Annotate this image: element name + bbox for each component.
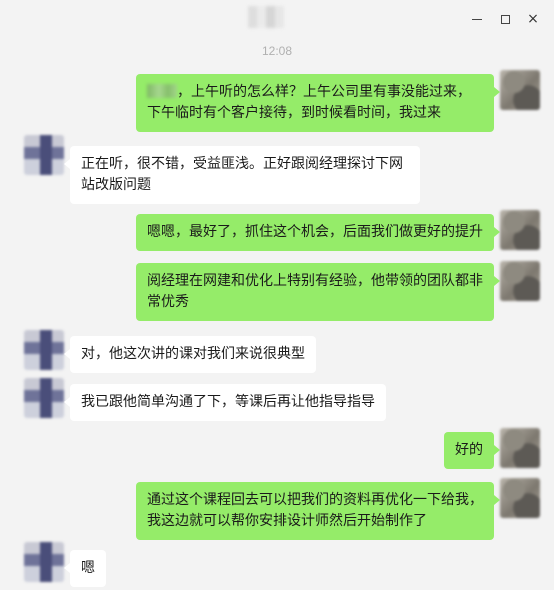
minimize-icon[interactable]	[466, 8, 488, 30]
title-bar: ×	[0, 0, 554, 38]
message-bubble-self[interactable]: 好的	[444, 432, 500, 469]
my-avatar[interactable]	[500, 261, 540, 301]
message-bubble-contact[interactable]: 对，他这次讲的课对我们来说很典型	[64, 336, 316, 373]
contact-avatar[interactable]	[24, 330, 64, 370]
my-avatar[interactable]	[500, 70, 540, 110]
chat-window: × 12:08 ，上午听的怎么样？上午公司里有事没能过来，下午临时有个客户接待，…	[0, 0, 554, 590]
my-avatar[interactable]	[500, 478, 540, 518]
message-timestamp: 12:08	[261, 44, 293, 58]
contact-avatar[interactable]	[24, 135, 64, 175]
close-icon[interactable]: ×	[522, 8, 544, 30]
message-bubble-self[interactable]: ，上午听的怎么样？上午公司里有事没能过来，下午临时有个客户接待，到时候看时间，我…	[136, 74, 500, 132]
message-bubble-contact[interactable]: 嗯	[64, 550, 106, 587]
message-bubble-self[interactable]: 阅经理在网建和优化上特别有经验，他带领的团队都非常优秀	[136, 263, 500, 321]
message-bubble-self[interactable]: 嗯嗯，最好了，抓住这个机会，后面我们做更好的提升	[136, 214, 500, 251]
maximize-icon[interactable]	[494, 8, 516, 30]
blurred-contact-name	[248, 6, 284, 28]
my-avatar[interactable]	[500, 428, 540, 468]
message-bubble-contact[interactable]: 我已跟他简单沟通了下，等课后再让他指导指导	[64, 384, 386, 421]
my-avatar[interactable]	[500, 210, 540, 250]
blurred-name	[147, 84, 177, 98]
message-bubble-contact[interactable]: 正在听，很不错，受益匪浅。正好跟阅经理探讨下网站改版问题	[64, 146, 420, 204]
contact-avatar[interactable]	[24, 542, 64, 582]
message-bubble-self[interactable]: 通过这个课程回去可以把我们的资料再优化一下给我，我这边就可以帮你安排设计师然后开…	[136, 482, 500, 540]
contact-avatar[interactable]	[24, 378, 64, 418]
